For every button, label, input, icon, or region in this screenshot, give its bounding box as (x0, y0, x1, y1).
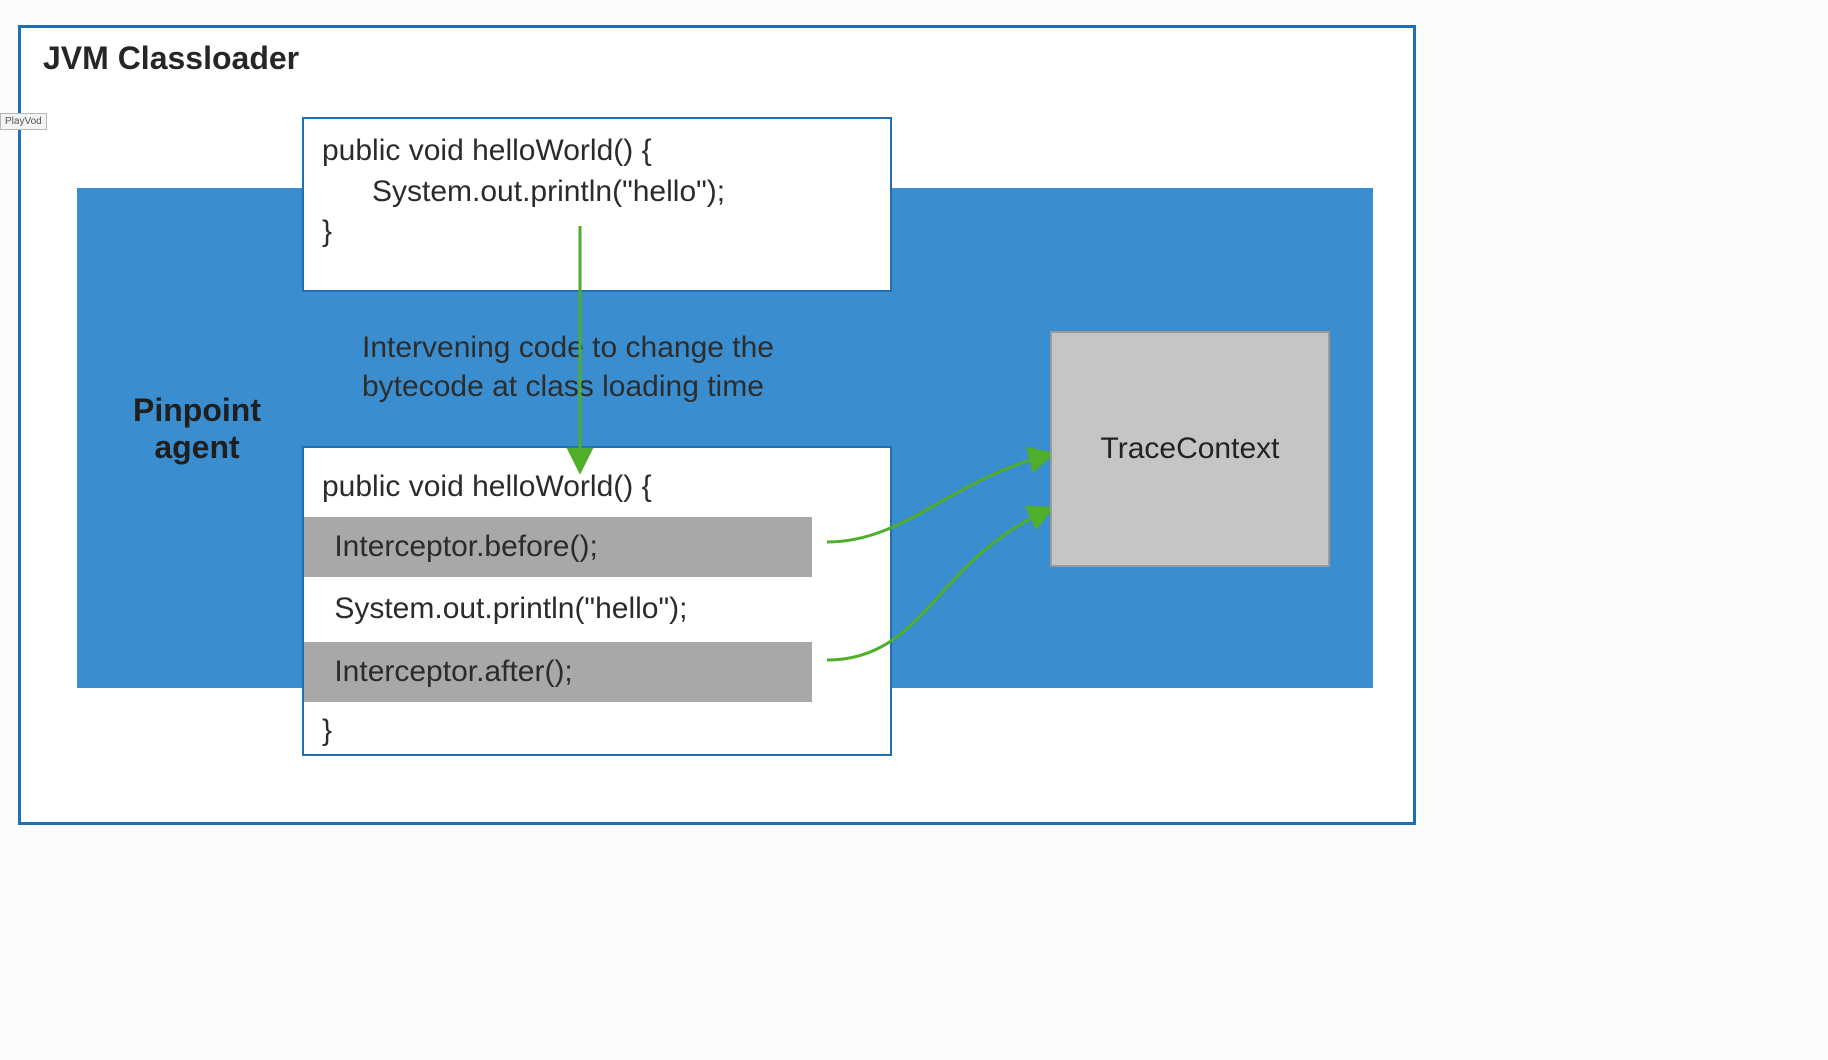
tracecontext-box: TraceContext (1050, 331, 1330, 567)
code-line: System.out.println("hello"); (304, 583, 890, 636)
tracecontext-label: TraceContext (1101, 432, 1280, 466)
code-line: public void helloWorld() { (304, 131, 890, 172)
interceptor-after-band: Interceptor.after(); (304, 642, 812, 703)
playvod-tag: PlayVod (0, 113, 47, 130)
instrumented-code-box: public void helloWorld() { Interceptor.b… (302, 446, 892, 756)
pinpoint-agent-label: Pinpoint agent (97, 392, 297, 466)
original-code-box: public void helloWorld() { System.out.pr… (302, 117, 892, 292)
code-line: } (304, 708, 890, 755)
diagram-stage: JVM Classloader Pinpoint agent public vo… (0, 0, 1828, 1060)
interceptor-before-band: Interceptor.before(); (304, 517, 812, 578)
jvm-classloader-title: JVM Classloader (43, 40, 299, 77)
intervening-description: Intervening code to change the bytecode … (362, 328, 882, 406)
code-line: System.out.println("hello"); (304, 172, 890, 213)
code-line: public void helloWorld() { (304, 464, 890, 511)
code-line: } (304, 212, 890, 253)
